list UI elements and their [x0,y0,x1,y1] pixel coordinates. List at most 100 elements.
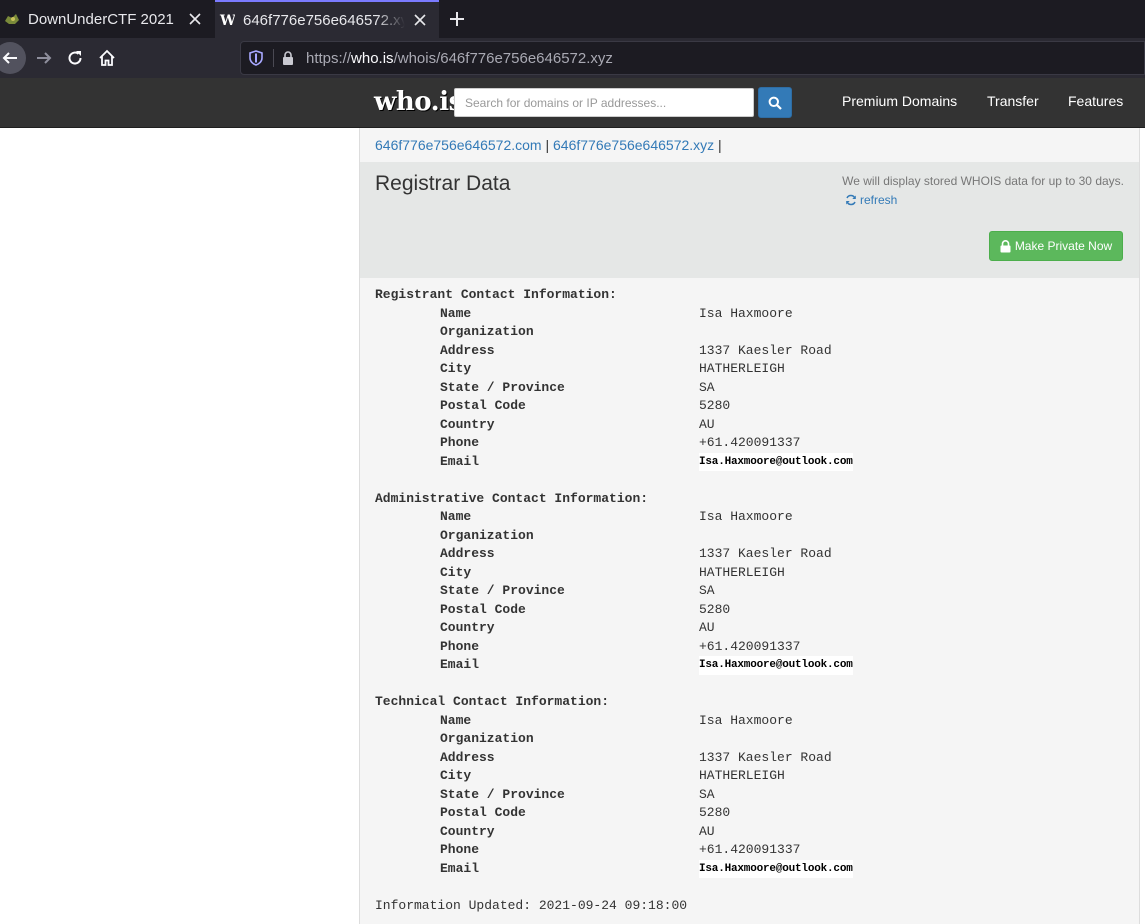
tab-whois[interactable]: W 646f776e756e646572.xyz [215,0,439,38]
arrow-left-icon [2,52,17,64]
field-value: Isa Haxmoore [699,712,793,728]
field-value: HATHERLEIGH [699,564,785,580]
field-value: SA [699,379,715,395]
search-input[interactable] [454,88,754,117]
registrar-title: Registrar Data [375,172,511,195]
field-label: Name [440,712,472,728]
whois-row: Organization [375,730,1125,749]
field-value: +61.420091337 [699,842,801,857]
administrative-heading: Administrative Contact Information: [375,490,649,506]
field-value: SA [699,583,715,598]
email-image-value: Isa.Haxmoore@outlook.com [699,452,853,471]
field-label: Name [440,509,472,524]
field-label: Phone [440,435,480,450]
whois-row: City HATHERLEIGH [375,360,1125,379]
url-bar[interactable]: https://who.is/whois/646f776e756e646572.… [240,41,1145,75]
tab-downunderctf[interactable]: DownUnderCTF 2021 [0,0,214,38]
field-label: Email [440,657,480,672]
back-button[interactable] [0,42,26,74]
site-header: who.is Premium Domains Transfer Features [0,78,1145,128]
whois-row: Address 1337 Kaesler Road [375,342,1125,361]
whois-record: Registrant Contact Information: Name Isa … [375,286,1125,915]
whois-favicon-icon: W [219,12,236,29]
plus-icon [450,12,464,26]
whois-row: Country AU [375,823,1125,842]
field-value: Isa Haxmoore [699,509,793,524]
domain-link-xyz[interactable]: 646f776e756e646572.xyz [553,137,714,153]
field-label: Organization [440,527,534,543]
refresh-link[interactable]: refresh [845,193,897,207]
field-label: Address [440,749,495,765]
home-icon [99,49,115,66]
registrant-heading: Registrant Contact Information: [375,287,617,302]
field-value: AU [699,416,715,432]
tracking-protection-icon[interactable] [247,49,265,67]
stored-data-note: We will display stored WHOIS data for up… [842,174,1124,188]
field-value: +61.420091337 [699,435,801,450]
whois-row: Email Isa.Haxmoore@outlook.com [375,656,1125,675]
whois-row: Name Isa Haxmoore [375,712,1125,731]
domain-link-com[interactable]: 646f776e756e646572.com [375,137,542,153]
field-label: Phone [440,842,480,857]
nav-features[interactable]: Features [1068,93,1123,109]
field-value: 5280 [699,398,731,413]
field-label: Name [440,305,472,321]
field-value: AU [699,620,715,635]
field-value: HATHERLEIGH [699,768,785,783]
reload-button[interactable] [61,44,89,72]
lock-icon[interactable] [282,50,296,66]
field-value: HATHERLEIGH [699,361,785,376]
whois-row: Organization [375,323,1125,342]
field-value: 1337 Kaesler Road [699,342,832,358]
whois-row: Phone +61.420091337 [375,841,1125,860]
lock-icon [1000,239,1011,252]
field-label: State / Province [440,583,565,598]
whois-row: Address 1337 Kaesler Road [375,545,1125,564]
close-tab-icon[interactable] [411,11,429,29]
field-value: Isa Haxmoore [699,305,793,321]
whois-row: Name Isa Haxmoore [375,508,1125,527]
whois-row: State / Province SA [375,379,1125,398]
information-updated: Information Updated: 2021-09-24 09:18:00 [375,897,688,913]
whois-row: State / Province SA [375,582,1125,601]
field-label: State / Province [440,379,565,395]
whois-row: Address 1337 Kaesler Road [375,749,1125,768]
field-label: Country [440,620,495,635]
field-label: Address [440,342,495,358]
field-value: AU [699,823,715,839]
refresh-icon [846,194,856,206]
arrow-right-icon [37,52,52,64]
whois-row: Organization [375,527,1125,546]
search-button[interactable] [758,87,792,118]
home-button[interactable] [93,44,121,72]
new-tab-button[interactable] [444,6,470,32]
registrar-data-box: Registrar Data We will display stored WH… [360,162,1139,278]
whois-row: Postal Code 5280 [375,397,1125,416]
forward-button[interactable] [30,44,58,72]
field-label: Postal Code [440,601,526,617]
whois-row: State / Province SA [375,786,1125,805]
field-label: City [440,361,472,376]
make-private-now-button[interactable]: Make Private Now [989,231,1123,261]
field-label: City [440,768,472,783]
svg-text:W: W [219,13,235,28]
navigation-toolbar: https://who.is/whois/646f776e756e646572.… [0,38,1145,78]
field-label: Country [440,416,495,432]
field-value: 1337 Kaesler Road [699,749,832,765]
field-label: Postal Code [440,398,526,413]
close-tab-icon[interactable] [186,10,204,28]
nav-premium-domains[interactable]: Premium Domains [842,93,957,109]
field-label: Phone [440,638,480,654]
nav-transfer[interactable]: Transfer [987,93,1039,109]
whois-panel: 646f776e756e646572.com | 646f776e756e646… [359,128,1140,924]
whois-row: Country AU [375,619,1125,638]
url-host: who.is [351,49,394,67]
whois-logo[interactable]: who.is [374,86,463,118]
whois-row: Email Isa.Haxmoore@outlook.com [375,452,1125,471]
field-label: State / Province [440,786,565,802]
field-value: 1337 Kaesler Road [699,546,832,561]
technical-heading: Technical Contact Information: [375,694,610,709]
whois-row: Postal Code 5280 [375,601,1125,620]
url-scheme: https:// [306,49,352,67]
field-label: Email [440,860,480,876]
